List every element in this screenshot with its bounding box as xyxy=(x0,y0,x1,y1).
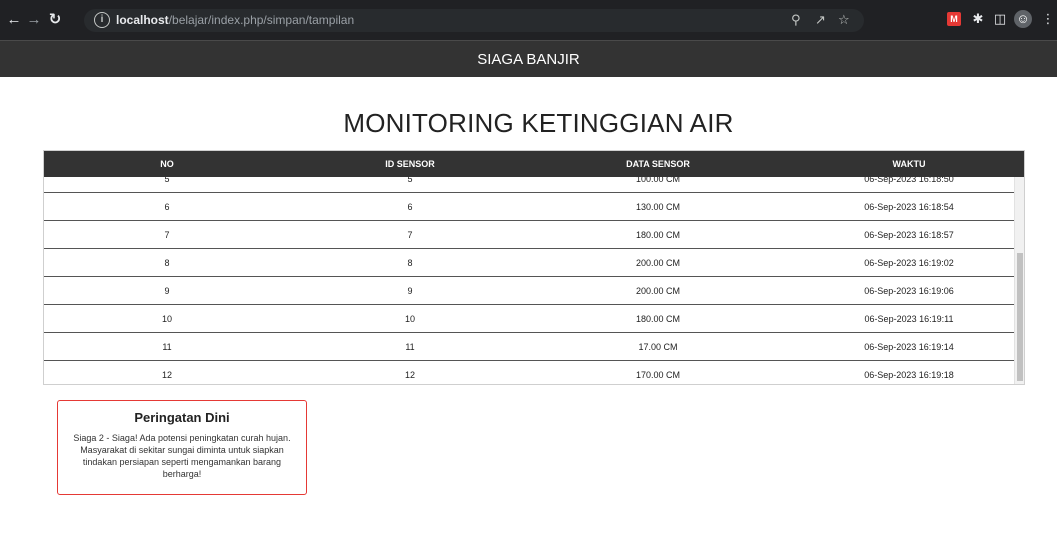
cell-data-sensor: 170.00 CM xyxy=(635,370,681,380)
cell-id-sensor: 7 xyxy=(407,230,413,240)
cell-id-sensor: 11 xyxy=(405,342,415,352)
cell-no: 6 xyxy=(164,202,170,212)
app-header: SIAGA BANJIR xyxy=(0,40,1057,77)
table-scrollbar[interactable] xyxy=(1014,177,1024,384)
table-row: 7 7 180.00 CM 06-Sep-2023 16:18:57 xyxy=(44,221,1016,249)
cell-waktu: 06-Sep-2023 16:19:11 xyxy=(864,314,954,324)
warning-message: Siaga 2 - Siaga! Ada potensi peningkatan… xyxy=(73,433,291,479)
cell-id-sensor: 9 xyxy=(407,286,413,296)
cell-waktu: 06-Sep-2023 16:18:57 xyxy=(864,230,954,240)
zoom-icon[interactable]: ⚲ xyxy=(791,12,801,28)
cell-data-sensor: 180.00 CM xyxy=(635,230,681,240)
cell-waktu: 06-Sep-2023 16:18:54 xyxy=(864,202,954,212)
cell-no: 9 xyxy=(164,286,170,296)
table-row: 12 12 170.00 CM 06-Sep-2023 16:19:18 xyxy=(44,361,1016,384)
column-header-id-sensor: ID SENSOR xyxy=(385,159,435,169)
address-bar[interactable]: i localhost/belajar/index.php/simpan/tam… xyxy=(84,9,864,32)
extensions-puzzle-icon[interactable]: ✱ xyxy=(969,10,987,28)
sensor-table: 5 5 100.00 CM 06-Sep-2023 16:18:50 6 6 1… xyxy=(43,150,1025,385)
profile-avatar-icon[interactable]: ☺ xyxy=(1014,10,1032,28)
cell-id-sensor: 8 xyxy=(407,258,413,268)
cell-waktu: 06-Sep-2023 16:19:06 xyxy=(864,286,954,296)
cell-data-sensor: 130.00 CM xyxy=(635,202,681,212)
column-header-waktu: WAKTU xyxy=(892,159,926,169)
url-text[interactable]: localhost/belajar/index.php/simpan/tampi… xyxy=(116,13,354,27)
table-row: 10 10 180.00 CM 06-Sep-2023 16:19:11 xyxy=(44,305,1016,333)
cell-waktu: 06-Sep-2023 16:19:18 xyxy=(864,370,954,380)
table-body: 5 5 100.00 CM 06-Sep-2023 16:18:50 6 6 1… xyxy=(44,165,1016,384)
share-icon[interactable]: ↗ xyxy=(815,12,826,28)
page-title: MONITORING KETINGGIAN AIR xyxy=(343,108,734,138)
table-header: NO ID SENSOR DATA SENSOR WAKTU xyxy=(44,151,1024,177)
cell-id-sensor: 6 xyxy=(407,202,413,212)
cell-data-sensor: 17.00 CM xyxy=(638,342,678,352)
cell-no: 7 xyxy=(164,230,170,240)
scrollbar-thumb[interactable] xyxy=(1017,253,1023,381)
extension-red-icon[interactable]: M xyxy=(947,12,961,26)
side-panel-icon[interactable]: ◫ xyxy=(991,10,1009,28)
early-warning-card: Peringatan Dini Siaga 2 - Siaga! Ada pot… xyxy=(57,400,307,495)
cell-data-sensor: 200.00 CM xyxy=(635,258,681,268)
cell-data-sensor: 180.00 CM xyxy=(635,314,681,324)
url-path: /belajar/index.php/simpan/tampilan xyxy=(168,13,355,27)
cell-no: 10 xyxy=(161,314,173,324)
table-row: 11 11 17.00 CM 06-Sep-2023 16:19:14 xyxy=(44,333,1016,361)
column-header-data-sensor: DATA SENSOR xyxy=(626,159,690,169)
table-row: 6 6 130.00 CM 06-Sep-2023 16:18:54 xyxy=(44,193,1016,221)
cell-no: 12 xyxy=(161,370,173,380)
table-row: 8 8 200.00 CM 06-Sep-2023 16:19:02 xyxy=(44,249,1016,277)
table-row: 9 9 200.00 CM 06-Sep-2023 16:19:06 xyxy=(44,277,1016,305)
cell-no: 11 xyxy=(162,342,172,352)
site-info-icon[interactable]: i xyxy=(94,12,110,28)
back-arrow-icon[interactable]: ← xyxy=(4,10,24,30)
cell-id-sensor: 12 xyxy=(404,370,416,380)
url-host: localhost xyxy=(116,13,169,27)
forward-arrow-icon[interactable]: → xyxy=(24,10,44,30)
warning-title: Peringatan Dini xyxy=(134,410,230,425)
cell-waktu: 06-Sep-2023 16:19:14 xyxy=(864,342,954,352)
cell-no: 8 xyxy=(164,258,170,268)
cell-data-sensor: 200.00 CM xyxy=(635,286,681,296)
bookmark-star-icon[interactable]: ☆ xyxy=(838,12,850,28)
column-header-no: NO xyxy=(160,159,174,169)
browser-toolbar: ← → ↻ i localhost/belajar/index.php/simp… xyxy=(0,0,1057,40)
cell-id-sensor: 10 xyxy=(404,314,416,324)
cell-waktu: 06-Sep-2023 16:19:02 xyxy=(864,258,954,268)
browser-menu-icon[interactable]: ⋮ xyxy=(1039,10,1057,28)
reload-icon[interactable]: ↻ xyxy=(45,10,65,30)
